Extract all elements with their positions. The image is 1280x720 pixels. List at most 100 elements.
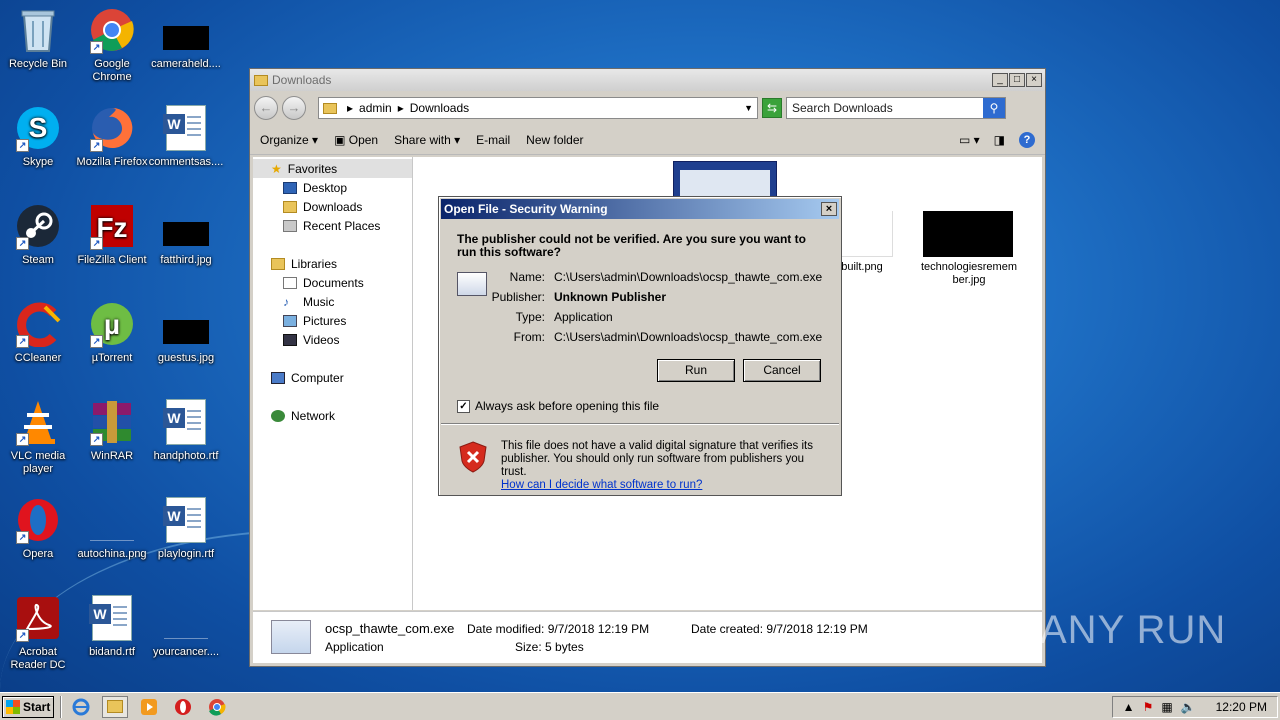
desktop-icon-fatthird[interactable]: fatthird.jpg xyxy=(148,202,224,267)
image-file-icon xyxy=(162,594,210,642)
new-folder-button[interactable]: New folder xyxy=(526,133,583,147)
details-pane: ocsp_thawte_com.exe Application Date mod… xyxy=(253,611,1042,663)
nav-network[interactable]: Network xyxy=(253,406,412,425)
date-created-label: Date created: xyxy=(691,622,764,636)
desktop-icon-label: fatthird.jpg xyxy=(160,254,212,266)
search-icon[interactable]: ⚲ xyxy=(983,98,1005,118)
share-with-button[interactable]: Share with ▾ xyxy=(394,133,460,147)
nav-computer[interactable]: Computer xyxy=(253,368,412,387)
desktop-icon-utorrent[interactable]: µ ↗ µTorrent xyxy=(74,300,150,365)
file-label-technologies[interactable]: technologiesremember.jpg xyxy=(921,261,1017,287)
breadcrumb-admin[interactable]: admin xyxy=(359,101,392,115)
desktop-icon-guestus[interactable]: guestus.jpg xyxy=(148,300,224,365)
desktop-icon-cameraheld[interactable]: cameraheld.... xyxy=(148,6,224,71)
explorer-titlebar[interactable]: Downloads _ □ × xyxy=(250,69,1045,91)
dialog-titlebar[interactable]: Open File - Security Warning × xyxy=(441,199,839,219)
shortcut-arrow-icon: ↗ xyxy=(90,41,103,54)
search-input[interactable]: Search Downloads ⚲ xyxy=(786,97,1006,119)
forward-button[interactable]: → xyxy=(282,96,306,120)
nav-recent-places[interactable]: Recent Places xyxy=(253,216,412,235)
desktop-icon-steam[interactable]: ↗ Steam xyxy=(0,202,76,267)
desktop-icon-chrome[interactable]: ↗ Google Chrome xyxy=(74,6,150,84)
email-button[interactable]: E-mail xyxy=(476,133,510,147)
ccleaner-icon: ↗ xyxy=(14,300,62,348)
desktop-icon-firefox[interactable]: ↗ Mozilla Firefox xyxy=(74,104,150,169)
shortcut-arrow-icon: ↗ xyxy=(90,335,103,348)
chrome-taskbar-icon[interactable] xyxy=(204,696,230,718)
nav-videos[interactable]: Videos xyxy=(253,330,412,349)
minimize-button[interactable]: _ xyxy=(992,73,1008,87)
breadcrumb-downloads[interactable]: Downloads xyxy=(410,101,469,115)
action-center-flag-icon[interactable]: ⚑ xyxy=(1143,700,1154,714)
nav-documents[interactable]: Documents xyxy=(253,273,412,292)
change-view-icon[interactable]: ▭ ▾ xyxy=(959,133,980,147)
media-player-icon[interactable] xyxy=(136,696,162,718)
desktop-icon-handphoto[interactable]: W handphoto.rtf xyxy=(148,398,224,463)
network-tray-icon[interactable]: ▦ xyxy=(1161,700,1172,714)
preview-pane-icon[interactable]: ◨ xyxy=(994,133,1005,147)
desktop-icon-ccleaner[interactable]: ↗ CCleaner xyxy=(0,300,76,365)
file-info: Name: C:\Users\admin\Downloads\ocsp_thawt… xyxy=(489,267,823,347)
opera-taskbar-icon[interactable] xyxy=(170,696,196,718)
desktop-icon-bidand[interactable]: W bidand.rtf xyxy=(74,594,150,659)
desktop-icon-label: bidand.rtf xyxy=(89,646,135,658)
desktop-icon-playlogin[interactable]: W playlogin.rtf xyxy=(148,496,224,561)
desktop-icon-acrobat[interactable]: ↗ Acrobat Reader DC xyxy=(0,594,76,672)
cancel-button[interactable]: Cancel xyxy=(743,359,821,382)
always-ask-checkbox[interactable]: ✓ xyxy=(457,399,470,413)
desktop-icon-yourcancer[interactable]: yourcancer.... xyxy=(148,594,224,659)
maximize-button[interactable]: □ xyxy=(1009,73,1025,87)
winrar-icon: ↗ xyxy=(88,398,136,446)
show-hidden-icons-icon[interactable]: ▲ xyxy=(1123,700,1135,714)
dialog-close-button[interactable]: × xyxy=(821,202,837,216)
refresh-button[interactable]: ⇆ xyxy=(762,98,782,118)
help-icon[interactable]: ? xyxy=(1019,131,1035,148)
word-doc-icon: W xyxy=(162,496,210,544)
close-button[interactable]: × xyxy=(1026,73,1042,87)
clock[interactable]: 12:20 PM xyxy=(1216,700,1267,714)
pictures-icon xyxy=(283,314,297,327)
desktop-icon-commentsas[interactable]: W commentsas.... xyxy=(148,104,224,169)
help-link[interactable]: How can I decide what software to run? xyxy=(501,479,702,491)
nav-favorites[interactable]: ★ Favorites xyxy=(253,159,412,178)
open-button[interactable]: ▣ Open xyxy=(334,133,378,147)
file-label-built[interactable]: built.png xyxy=(837,261,887,274)
address-bar[interactable]: ▸ admin ▸ Downloads ▼ xyxy=(318,97,758,119)
command-bar: Organize ▾ ▣ Open Share with ▾ E-mail Ne… xyxy=(250,125,1045,155)
desktop-icon-autochina[interactable]: autochina.png xyxy=(74,496,150,561)
shortcut-arrow-icon: ↗ xyxy=(16,629,29,642)
desktop-icon-label: Skype xyxy=(22,156,54,168)
nav-downloads[interactable]: Downloads xyxy=(253,197,412,216)
shortcut-arrow-icon: ↗ xyxy=(16,531,29,544)
chevron-down-icon[interactable]: ▼ xyxy=(744,103,753,113)
volume-icon[interactable]: 🔈 xyxy=(1181,700,1196,714)
desktop-icon-vlc[interactable]: ↗ VLC media player xyxy=(0,398,76,476)
desktop-icon-filezilla[interactable]: Fz ↗ FileZilla Client xyxy=(74,202,150,267)
nav-music[interactable]: ♪ Music xyxy=(253,292,412,311)
nav-pictures[interactable]: Pictures xyxy=(253,311,412,330)
always-ask-label[interactable]: Always ask before opening this file xyxy=(475,399,659,413)
breadcrumb-separator-icon: ▸ xyxy=(347,101,354,115)
start-button[interactable]: Start xyxy=(2,695,54,718)
file-explorer-icon[interactable] xyxy=(102,695,128,718)
file-redacted-icon xyxy=(162,6,210,54)
videos-icon xyxy=(283,333,297,346)
shortcut-arrow-icon: ↗ xyxy=(16,335,29,348)
desktop-icon-winrar[interactable]: ↗ WinRAR xyxy=(74,398,150,463)
desktop-icon-label: guestus.jpg xyxy=(157,352,215,364)
run-button[interactable]: Run xyxy=(657,359,735,382)
internet-explorer-icon[interactable] xyxy=(68,696,94,718)
back-button[interactable]: ← xyxy=(254,96,278,120)
always-ask-checkbox-row[interactable]: ✓ Always ask before opening this file xyxy=(457,399,659,413)
file-thumbnail-built[interactable] xyxy=(833,211,893,257)
organize-button[interactable]: Organize ▾ xyxy=(260,133,318,147)
file-thumbnail-technologies[interactable] xyxy=(923,211,1013,257)
utorrent-icon: µ ↗ xyxy=(88,300,136,348)
name-value: C:\Users\admin\Downloads\ocsp_thawte_com… xyxy=(554,270,823,284)
nav-desktop[interactable]: Desktop xyxy=(253,178,412,197)
desktop-icon-recycle-bin[interactable]: Recycle Bin xyxy=(0,6,76,71)
desktop-icon-opera[interactable]: ↗ Opera xyxy=(0,496,76,561)
nav-libraries[interactable]: Libraries xyxy=(253,254,412,273)
security-warning-dialog[interactable]: Open File - Security Warning × The publi… xyxy=(438,196,842,496)
desktop-icon-skype[interactable]: S ↗ Skype xyxy=(0,104,76,169)
